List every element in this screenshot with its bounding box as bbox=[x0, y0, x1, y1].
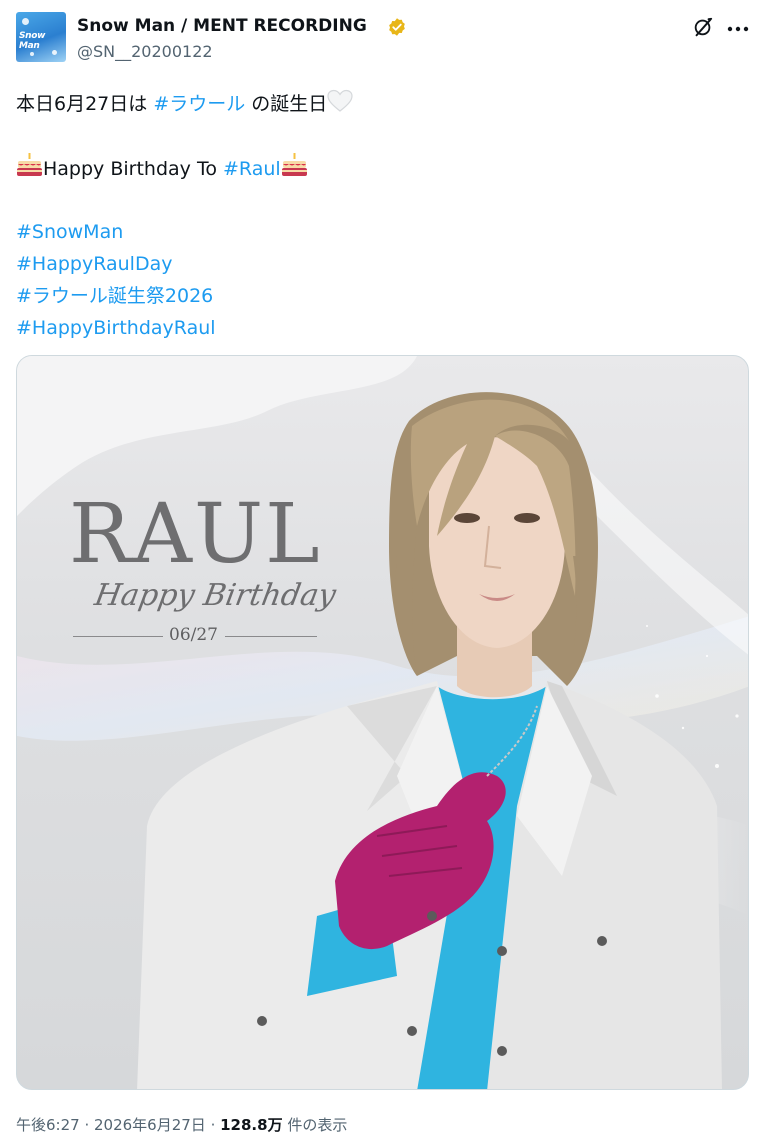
tweet-text-segment: の誕生日 bbox=[245, 93, 328, 115]
view-count-label: 件の表示 bbox=[282, 1116, 348, 1134]
hashtag-link[interactable]: #ラウール bbox=[153, 93, 245, 115]
white-heart-icon bbox=[327, 89, 353, 112]
avatar-decoration bbox=[30, 52, 34, 56]
tweet-text: 本日6月27日は #ラウール の誕生日 Happy Birthday To #R… bbox=[16, 88, 753, 344]
separator: · bbox=[205, 1116, 221, 1134]
post-date[interactable]: 2026年6月27日 bbox=[94, 1116, 206, 1134]
tweet-text-segment: Happy Birthday To bbox=[43, 158, 223, 180]
tweet-metadata: 午後6:27 · 2026年6月27日 · 128.8万 件の表示 bbox=[16, 1114, 347, 1135]
tweet-line-2: Happy Birthday To #Raul bbox=[16, 152, 753, 184]
hashtag-link[interactable]: #HappyRaulDay bbox=[16, 253, 172, 275]
tweet-media-image[interactable]: RAUL Happy Birthday 06/27 bbox=[16, 355, 749, 1090]
avatar-logo-text: Snow Man bbox=[19, 31, 46, 51]
birthday-cake-icon bbox=[281, 153, 307, 176]
tweet-header: Snow Man Snow Man / MENT RECORDING @SN__… bbox=[16, 12, 753, 66]
birthday-cake-icon bbox=[17, 153, 42, 176]
separator: · bbox=[79, 1116, 94, 1134]
grok-icon[interactable] bbox=[692, 16, 714, 38]
portrait-figure bbox=[137, 392, 722, 1089]
display-name[interactable]: Snow Man / MENT RECORDING bbox=[77, 16, 367, 36]
verified-badge-icon bbox=[389, 18, 405, 36]
more-icon[interactable] bbox=[727, 26, 749, 32]
account-handle[interactable]: @SN__20200122 bbox=[77, 42, 213, 61]
hashtag-link[interactable]: #SnowMan bbox=[16, 221, 123, 243]
view-count: 128.8万 bbox=[220, 1116, 283, 1134]
hashtag-link[interactable]: #Raul bbox=[223, 158, 281, 180]
avatar[interactable]: Snow Man bbox=[16, 12, 66, 62]
tweet-line-1: 本日6月27日は #ラウール の誕生日 bbox=[16, 88, 753, 120]
avatar-decoration bbox=[22, 18, 29, 25]
tweet-text-segment: 本日6月27日は bbox=[16, 93, 154, 115]
post-time[interactable]: 午後6:27 bbox=[16, 1116, 80, 1134]
hashtag-link[interactable]: #ラウール誕生祭2026 bbox=[16, 285, 213, 307]
hashtag-link[interactable]: #HappyBirthdayRaul bbox=[16, 317, 216, 339]
